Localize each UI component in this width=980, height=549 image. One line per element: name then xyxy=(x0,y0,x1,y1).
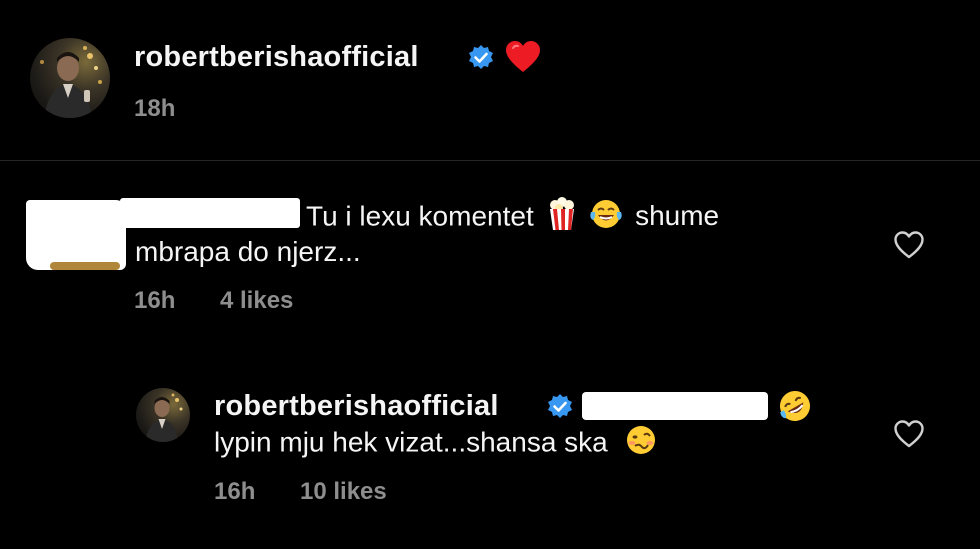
post-timestamp: 18h xyxy=(134,95,176,122)
reply-author-avatar[interactable] xyxy=(136,388,190,442)
comment-text-end: shume xyxy=(635,200,720,232)
section-divider xyxy=(0,160,980,161)
redaction-mark xyxy=(50,262,120,270)
red-heart-emoji xyxy=(505,40,541,79)
reply-text-content: lypin mju hek vizat...shansa ska xyxy=(214,426,608,458)
reply-likes-count[interactable]: 10 likes xyxy=(300,478,387,506)
reply-timestamp: 16h xyxy=(214,478,256,505)
reply-username[interactable]: robertberishaofficial xyxy=(214,390,499,423)
redacted-avatar xyxy=(26,200,126,270)
verified-badge-icon xyxy=(467,44,495,77)
comment-timestamp: 16h xyxy=(134,287,176,314)
woozy-face-emoji xyxy=(624,423,658,465)
comment-text-start: Tu i lexu komentet xyxy=(306,200,534,232)
rolling-on-floor-laughing-emoji xyxy=(776,387,814,430)
comment-like-heart-icon[interactable] xyxy=(893,230,925,265)
face-with-tears-of-joy-emoji xyxy=(589,198,623,238)
redacted-username xyxy=(120,198,300,228)
comment-text-line1: Tu i lexu komentet shume xyxy=(306,197,719,239)
comment-text-line2: mbrapa do njerz... xyxy=(135,236,361,267)
post-author-avatar[interactable] xyxy=(30,38,110,118)
redacted-mention xyxy=(582,392,768,420)
comment-likes-count[interactable]: 4 likes xyxy=(220,287,293,315)
post-username[interactable]: robertberishaofficial xyxy=(134,41,419,74)
popcorn-emoji xyxy=(546,197,578,239)
reply-like-heart-icon[interactable] xyxy=(893,419,925,454)
reply-text: lypin mju hek vizat...shansa ska xyxy=(214,423,658,465)
reply-verified-badge-icon xyxy=(546,393,574,426)
